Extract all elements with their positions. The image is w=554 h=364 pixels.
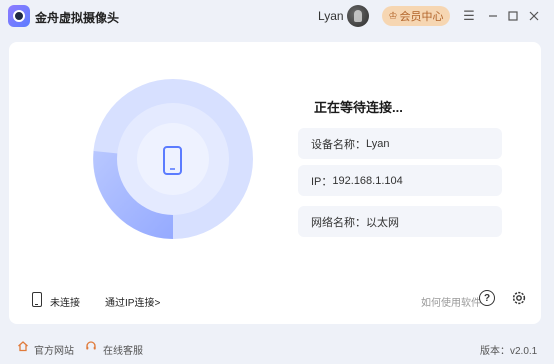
title-bar: 金舟虚拟摄像头 Lyan ♔ 会员中心 ☰ <box>0 0 554 34</box>
device-name-card: 设备名称： Lyan <box>298 128 502 159</box>
ip-card: IP： 192.168.1.104 <box>298 165 502 196</box>
gear-icon[interactable] <box>511 290 527 306</box>
vip-label: 会员中心 <box>399 11 444 23</box>
headset-icon <box>86 341 96 350</box>
network-name-label: 网络名称： <box>311 216 366 229</box>
network-name-value: 以太网 <box>366 216 399 229</box>
connect-via-ip-link[interactable]: 通过IP连接> <box>105 294 160 309</box>
app-title: 金舟虚拟摄像头 <box>35 11 120 25</box>
connection-status-text: 未连接 <box>50 298 80 309</box>
minimize-icon[interactable] <box>485 8 501 24</box>
bottom-bar: 官方网站 在线客服 版本：v2.0.1 <box>0 336 554 364</box>
app-logo-icon <box>8 5 30 27</box>
maximize-icon[interactable] <box>505 8 521 24</box>
close-icon[interactable] <box>526 8 542 24</box>
ip-value: 192.168.1.104 <box>332 174 403 187</box>
menu-icon[interactable]: ☰ <box>461 8 477 24</box>
official-site-link[interactable]: 官方网站 <box>34 342 74 357</box>
how-to-use-link[interactable]: 如何使用软件 <box>421 294 481 309</box>
radar-scan-graphic <box>93 79 253 239</box>
help-icon[interactable]: ? <box>479 290 495 306</box>
user-name[interactable]: Lyan <box>318 9 344 23</box>
home-icon <box>18 341 28 352</box>
phone-status-icon <box>32 292 42 307</box>
panel-footer: 未连接 通过IP连接> 如何使用软件 ? <box>9 290 541 310</box>
connection-status-title: 正在等待连接... <box>314 100 403 115</box>
avatar[interactable] <box>347 5 369 27</box>
ip-label: IP： <box>311 175 333 188</box>
version-text: 版本：v2.0.1 <box>480 346 538 357</box>
main-panel: 正在等待连接... 设备名称： Lyan IP： 192.168.1.104 网… <box>9 42 541 324</box>
network-name-card: 网络名称： 以太网 <box>298 206 502 237</box>
online-support-link[interactable]: 在线客服 <box>103 342 143 357</box>
vip-center-button[interactable]: ♔ 会员中心 <box>382 6 450 26</box>
device-name-label: 设备名称： <box>311 138 366 151</box>
crown-icon: ♔ <box>388 10 398 22</box>
device-name-value: Lyan <box>366 137 390 150</box>
